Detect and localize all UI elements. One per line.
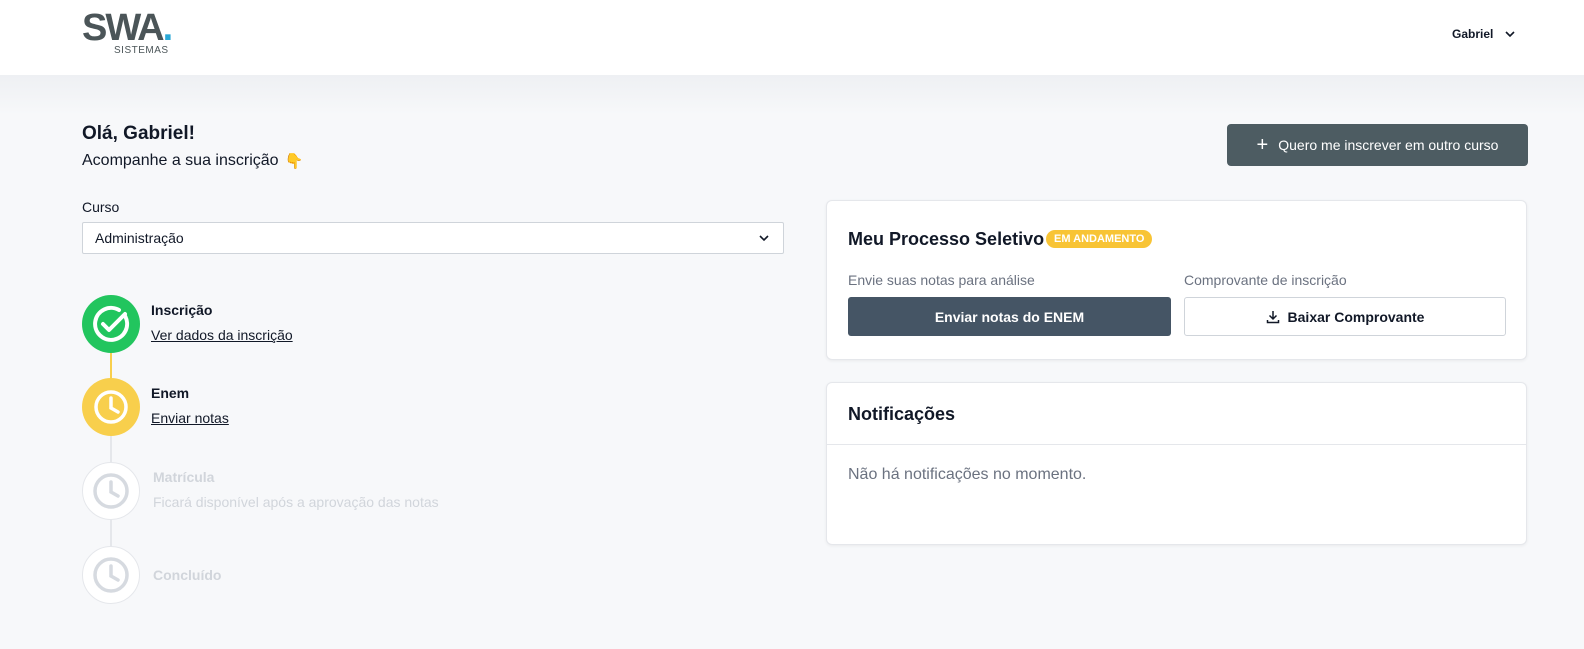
course-label: Curso: [82, 199, 120, 215]
logo-subtitle: SISTEMAS: [114, 45, 169, 56]
download-receipt-button[interactable]: Baixar Comprovante: [1184, 297, 1506, 336]
greeting-subtitle-text: Acompanhe a sua inscrição: [82, 152, 279, 169]
download-receipt-label: Baixar Comprovante: [1287, 308, 1425, 325]
receipt-label: Comprovante de inscrição: [1184, 272, 1347, 288]
send-grades-label: Envie suas notas para análise: [848, 272, 1035, 288]
notifications-title: Notificações: [848, 404, 956, 424]
step-note: Ficará disponível após a aprovação das n…: [153, 494, 439, 510]
logo-wordmark: SWA.: [82, 7, 173, 49]
pointing-down-emoji: 👇: [284, 153, 304, 170]
greeting-title: Olá, Gabriel!: [82, 123, 195, 144]
status-badge: EM ANDAMENTO: [1046, 230, 1153, 248]
notifications-empty-message: Não há notificações no momento.: [848, 466, 1087, 483]
enroll-other-course-label: Quero me inscrever em outro curso: [1278, 137, 1499, 153]
top-header: SWA. SISTEMAS Gabriel: [0, 0, 1584, 75]
chevron-down-icon: [1505, 31, 1515, 38]
user-menu[interactable]: Gabriel: [1452, 24, 1517, 44]
step-current-indicator: [82, 378, 140, 436]
enroll-other-course-button[interactable]: + Quero me inscrever em outro curso: [1227, 124, 1528, 166]
view-registration-link[interactable]: Ver dados da inscrição: [151, 327, 293, 343]
clock-icon: [93, 473, 129, 509]
timeline-connector: [110, 433, 112, 465]
step-title: Matrícula: [153, 469, 215, 485]
timeline-connector: [110, 517, 112, 549]
user-name: Gabriel: [1452, 27, 1494, 41]
greeting-subtitle: Acompanhe a sua inscrição 👇: [82, 152, 303, 170]
chevron-down-icon: [759, 235, 769, 242]
divider: [827, 444, 1526, 445]
course-selected-value: Administração: [95, 230, 184, 246]
header-shadow: [0, 75, 1584, 115]
clock-icon: [94, 390, 128, 424]
send-enem-grades-button[interactable]: Enviar notas do ENEM: [848, 297, 1171, 336]
step-done-indicator: [82, 295, 140, 353]
check-circle-icon: [93, 305, 130, 342]
clock-icon: [93, 557, 129, 593]
company-logo[interactable]: SWA. SISTEMAS: [82, 8, 192, 58]
step-pending-indicator: [82, 546, 140, 604]
send-grades-link[interactable]: Enviar notas: [151, 410, 229, 426]
card-title: Meu Processo Seletivo: [848, 229, 1045, 249]
step-title: Inscrição: [151, 302, 213, 318]
course-select[interactable]: Administração: [82, 222, 784, 254]
download-icon: [1266, 310, 1279, 323]
step-title: Concluído: [153, 567, 222, 583]
step-title: Enem: [151, 385, 190, 401]
step-pending-indicator: [82, 462, 140, 520]
notifications-card: Notificações Não há notificações no mome…: [826, 382, 1527, 545]
selection-process-card: Meu Processo Seletivo EM ANDAMENTO Envie…: [826, 200, 1527, 360]
plus-icon: +: [1256, 134, 1269, 156]
